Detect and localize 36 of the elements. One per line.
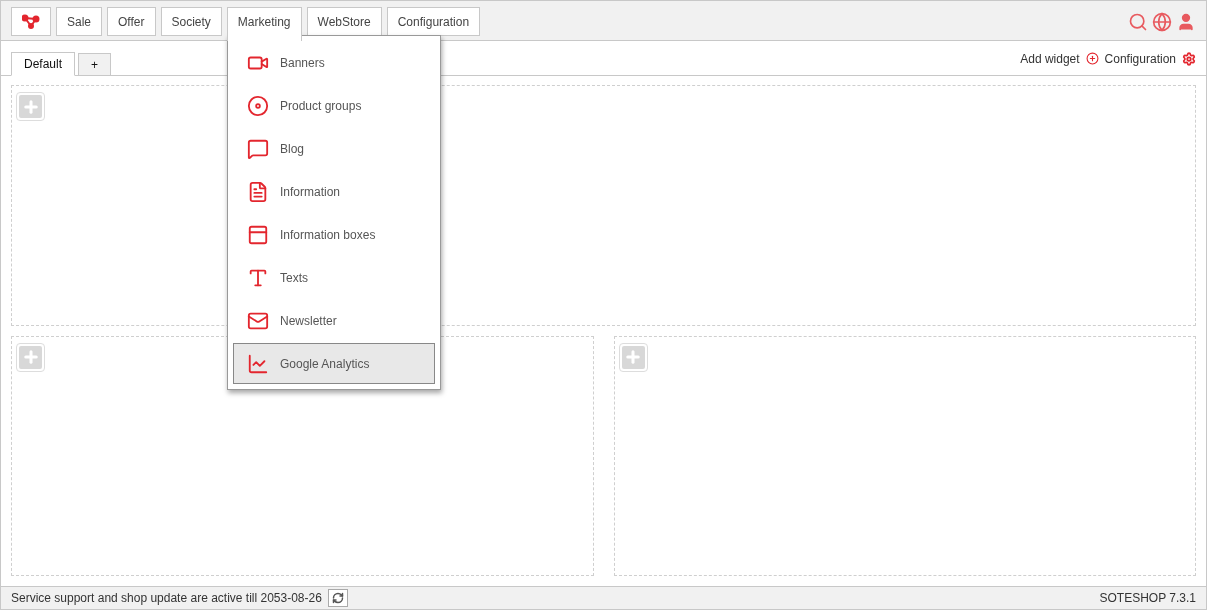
plus-icon [624, 348, 642, 366]
add-widget-link[interactable]: Add widget [1020, 51, 1080, 66]
menu-item[interactable]: Blog [233, 128, 435, 169]
search-icon[interactable] [1128, 11, 1148, 32]
add-icon[interactable] [1085, 52, 1099, 65]
window-icon [247, 223, 269, 246]
plus-icon [21, 97, 40, 116]
logo-button[interactable] [11, 7, 51, 36]
version-text: SOTESHOP 7.3.1 [1099, 591, 1196, 605]
nav-tab[interactable]: WebStore [306, 7, 382, 36]
menu-item[interactable]: Banners [233, 42, 435, 83]
status-message: Service support and shop update are active till 2053-08-26 [11, 591, 322, 605]
settings-icon[interactable] [1182, 51, 1196, 66]
nav-tab[interactable]: Marketing [226, 7, 302, 41]
menu-item[interactable]: Product groups [233, 85, 435, 126]
menu-item[interactable]: Google Analytics [233, 343, 435, 384]
menu-item[interactable]: Texts [233, 257, 435, 298]
nav-tab[interactable]: Sale [56, 7, 103, 36]
dashboard-tab[interactable]: + [78, 53, 112, 76]
logo-icon [22, 14, 40, 29]
nav-tab[interactable]: Configuration [386, 7, 481, 36]
disc-icon [247, 94, 269, 117]
user-icon[interactable] [1176, 11, 1196, 32]
globe-icon[interactable] [1152, 11, 1172, 32]
dashboard-tab[interactable]: Default [11, 52, 76, 76]
plus-icon [21, 348, 40, 366]
document-icon [247, 180, 269, 203]
menu-item[interactable]: Information [233, 171, 435, 212]
nav-tab[interactable]: Society [160, 7, 222, 36]
chat-icon [247, 137, 269, 160]
refresh-button[interactable] [327, 589, 348, 607]
menu-item[interactable]: Information boxes [233, 214, 435, 255]
menu-item[interactable]: Newsletter [233, 300, 435, 341]
configuration-link[interactable]: Configuration [1104, 51, 1176, 66]
nav-tab[interactable]: Offer [107, 7, 156, 36]
line-chart-icon [247, 352, 269, 375]
